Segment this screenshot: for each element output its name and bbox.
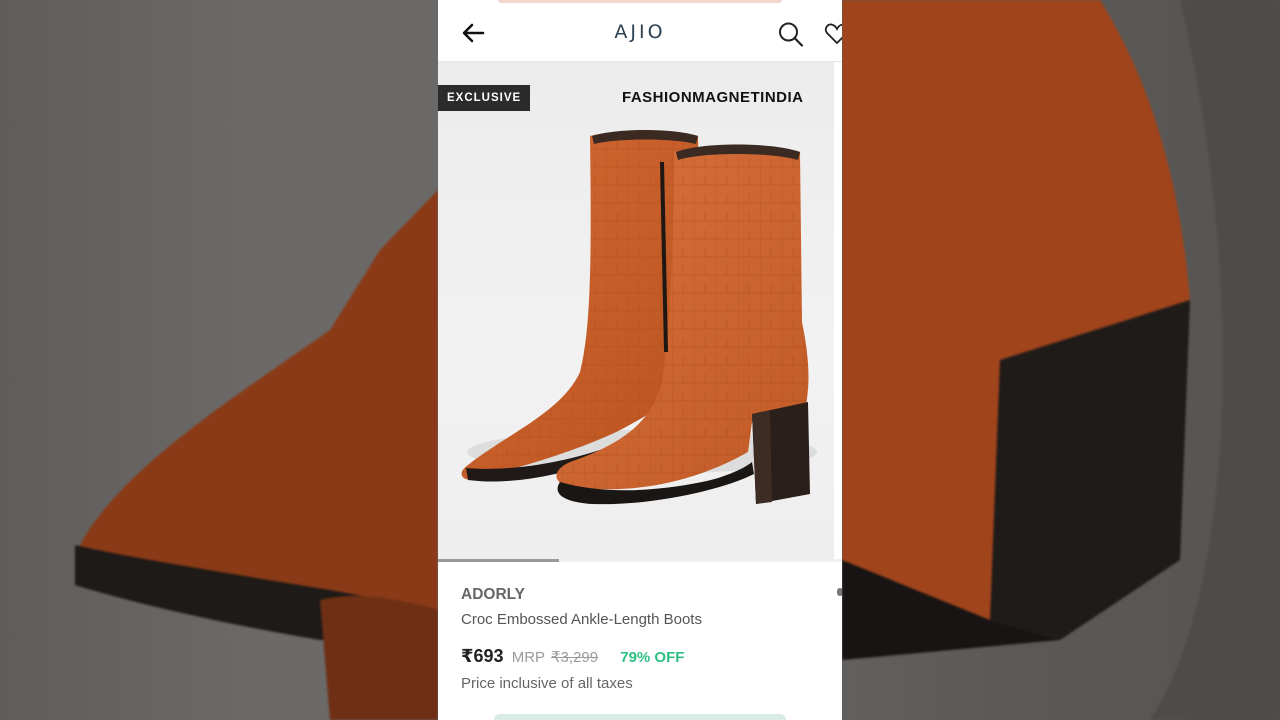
search-button[interactable] (776, 19, 806, 49)
mrp-value: ₹3,299 (550, 649, 599, 666)
tax-note: Price inclusive of all taxes (461, 675, 633, 692)
brand-name[interactable]: ADORLY (461, 586, 821, 608)
add-to-bag-button[interactable] (494, 714, 786, 720)
product-boots-image (461, 130, 817, 505)
discount-badge: 79% OFF (620, 649, 685, 666)
gallery-next-peek (834, 62, 842, 560)
search-icon (779, 22, 804, 47)
mrp-label: MRP (511, 649, 545, 666)
selling-price: ₹693 (461, 646, 504, 666)
exclusive-badge: EXCLUSIVE (438, 85, 531, 111)
share-icon[interactable] (837, 588, 842, 596)
product-image-gallery[interactable]: EXCLUSIVE FASHIONMAGNETINDIA (438, 62, 834, 560)
carousel-progress-fill (438, 559, 560, 562)
product-info: ADORLY Croc Embossed Ankle-Length Boots … (461, 586, 821, 692)
phone-screen: AJIO EXCLUSIVE FASHIONMAGNETINDIA ADORLY… (438, 0, 842, 720)
image-carousel-indicator (438, 559, 842, 562)
wishlist-button[interactable] (822, 19, 842, 49)
app-header: AJIO (438, 3, 842, 62)
watermark-text: FASHIONMAGNETINDIA (622, 89, 804, 106)
price-row: ₹693 MRP ₹3,299 79% OFF (461, 646, 821, 670)
product-name: Croc Embossed Ankle-Length Boots (461, 611, 702, 628)
heart-icon (824, 23, 842, 45)
